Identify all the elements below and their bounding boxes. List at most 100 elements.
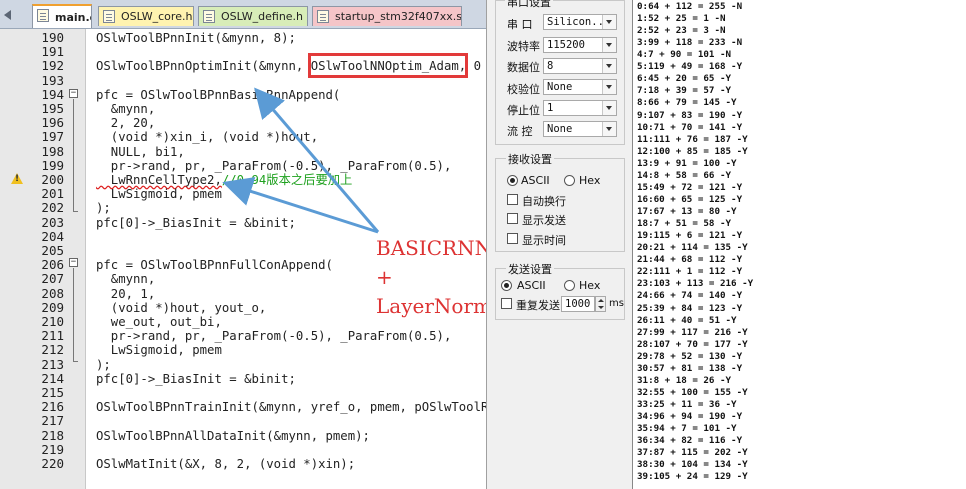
checkbox-label: 重复发送: [516, 299, 560, 312]
checkbox-label: 显示时间: [522, 234, 566, 247]
output-line: 10:71 + 70 = 141 -Y: [637, 121, 743, 133]
output-line: 15:49 + 72 = 121 -Y: [637, 181, 743, 193]
flow-control-select[interactable]: None: [543, 121, 617, 137]
field-label: 校验位: [507, 83, 540, 96]
output-line: 22:111 + 1 = 112 -Y: [637, 266, 743, 278]
receive-hex-radio[interactable]: [564, 175, 575, 186]
parity-select[interactable]: None: [543, 79, 617, 95]
line-number: 193: [41, 72, 64, 88]
receive-output-text-area[interactable]: 0:64 + 112 = 255 -N 1:52 + 25 = 1 -N 2:52 …: [632, 0, 966, 489]
receive-ascii-radio[interactable]: [507, 175, 518, 186]
tab-label: OSLW_define.h: [221, 10, 304, 23]
line-number: 199: [41, 157, 64, 173]
show-sent-checkbox[interactable]: [507, 213, 518, 224]
output-line: 4:7 + 90 = 101 -N: [637, 49, 732, 61]
send-settings-group: 发送设置: [495, 261, 625, 320]
output-line: 1:52 + 25 = 1 -N: [637, 13, 726, 25]
line-number: 211: [41, 328, 64, 344]
code-line: LwRnnCellType2,//0.94版本之后要加上: [96, 173, 353, 187]
radio-label: Hex: [579, 279, 601, 292]
line-number: 217: [41, 413, 64, 429]
output-line: 38:30 + 104 = 134 -Y: [637, 459, 748, 471]
code-line: LwSigmoid, pmem: [96, 187, 222, 202]
group-title-send: 发送设置: [506, 261, 554, 277]
field-label: 波特率: [507, 40, 540, 53]
file-icon: [37, 9, 49, 22]
code-line: pfc[0]->_BiasInit = &binit;: [96, 215, 296, 230]
output-line: 16:60 + 65 = 125 -Y: [637, 193, 743, 205]
chevron-down-icon: [602, 15, 616, 29]
stop-bits-select[interactable]: 1: [543, 100, 617, 116]
file-icon: [103, 10, 115, 23]
line-number: 192: [41, 58, 64, 74]
repeat-interval-spinner[interactable]: [595, 296, 606, 312]
auto-wrap-checkbox[interactable]: [507, 194, 518, 205]
fold-toggle-icon[interactable]: −: [69, 258, 78, 267]
output-line: 6:45 + 20 = 65 -Y: [637, 73, 732, 85]
code-line: pfc[0]->_BiasInit = &binit;: [96, 371, 296, 386]
select-value: None: [547, 123, 573, 135]
line-number: 198: [41, 143, 64, 159]
annotation-text: BASICRNN + LayerNorm: [376, 234, 496, 321]
line-number: 204: [41, 228, 64, 244]
output-line: 20:21 + 114 = 135 -Y: [637, 242, 748, 254]
line-number: 207: [41, 271, 64, 287]
unit-label: ms: [609, 298, 624, 309]
group-title-receive: 接收设置: [506, 151, 554, 167]
repeat-interval-input[interactable]: 1000: [561, 296, 595, 312]
chevron-down-icon: [602, 101, 616, 115]
output-line: 18:7 + 51 = 58 -Y: [637, 218, 732, 230]
code-line: pfc = OSlwToolBPnnBasicRnnAppend(: [96, 87, 341, 102]
fold-guide-end: [73, 361, 78, 362]
code-text: LwRnnCellType2,: [96, 173, 222, 187]
annotation-line: +: [376, 265, 393, 289]
tab-scroll-left-icon[interactable]: [4, 10, 11, 20]
tab-label: main.c: [55, 11, 91, 24]
file-icon: [317, 10, 329, 23]
optimizer-highlight-box: [308, 53, 468, 78]
line-number: 216: [41, 399, 64, 415]
warning-icon[interactable]: [11, 173, 23, 184]
field-label: 串 口: [507, 18, 533, 31]
fold-toggle-icon[interactable]: −: [69, 89, 78, 98]
send-ascii-radio[interactable]: [501, 280, 512, 291]
repeat-send-checkbox[interactable]: [501, 298, 512, 309]
code-line: (void *)xin_i, (void *)hout,: [96, 130, 319, 145]
tab-oslw-core-h[interactable]: OSLW_core.h: [98, 6, 194, 26]
output-line: 31:8 + 18 = 26 -Y: [637, 374, 732, 386]
editor-tab-bar: main.c OSLW_core.h OSLW_define.h startup…: [0, 0, 486, 29]
line-number: 219: [41, 441, 64, 457]
data-bits-select[interactable]: 8: [543, 58, 617, 74]
output-line: 29:78 + 52 = 130 -Y: [637, 350, 743, 362]
code-line: NULL, bi1,: [96, 144, 185, 159]
code-line: OSlwToolBPnnInit(&mynn, 8);: [96, 31, 296, 45]
output-line: 21:44 + 68 = 112 -Y: [637, 254, 743, 266]
baud-rate-select[interactable]: 115200: [543, 37, 617, 53]
line-number: 200: [41, 172, 64, 187]
select-value: None: [547, 81, 573, 93]
code-line: &mynn,: [96, 102, 156, 116]
output-line: 9:107 + 83 = 190 -Y: [637, 109, 743, 121]
send-hex-radio[interactable]: [564, 280, 575, 291]
fold-guide: [73, 99, 74, 211]
line-number: 208: [41, 285, 64, 301]
radio-label: Hex: [579, 174, 601, 187]
field-label: 流 控: [507, 125, 533, 138]
output-line: 26:11 + 40 = 51 -Y: [637, 314, 737, 326]
line-number: 206: [41, 257, 64, 273]
code-line: OSlwToolBPnnTrainInit(&mynn, yref_o, pme…: [96, 400, 489, 415]
port-select[interactable]: Silicon...: [543, 14, 617, 30]
chevron-down-icon: [602, 122, 616, 136]
show-time-checkbox[interactable]: [507, 233, 518, 244]
output-line: 27:99 + 117 = 216 -Y: [637, 326, 748, 338]
tab-oslw-define-h[interactable]: OSLW_define.h: [198, 6, 308, 26]
output-line: 33:25 + 11 = 36 -Y: [637, 398, 737, 410]
code-line: LwSigmoid, pmem: [96, 343, 222, 358]
output-line: 24:66 + 74 = 140 -Y: [637, 290, 743, 302]
output-line: 12:100 + 85 = 185 -Y: [637, 145, 748, 157]
line-number: 218: [41, 427, 64, 443]
tab-main-c[interactable]: main.c: [32, 4, 92, 28]
output-line: 34:96 + 94 = 190 -Y: [637, 411, 743, 423]
checkbox-label: 自动换行: [522, 195, 566, 208]
tab-startup-s[interactable]: startup_stm32f407xx.s: [312, 6, 462, 26]
